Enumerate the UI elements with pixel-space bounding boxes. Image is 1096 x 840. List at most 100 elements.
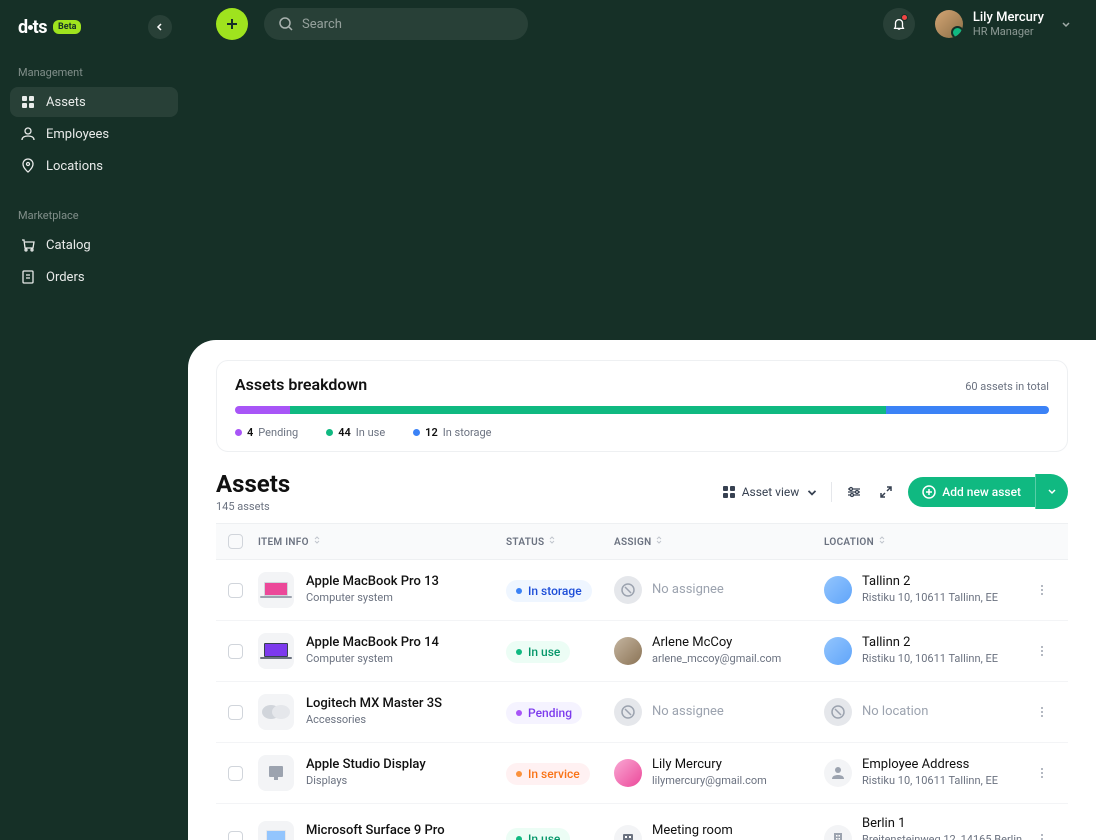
assignee-sub: lilymercury@gmail.com — [652, 774, 767, 788]
row-more-button[interactable] — [1028, 832, 1056, 840]
building-icon — [824, 825, 852, 840]
document-icon — [20, 269, 36, 285]
table-row[interactable]: Logitech MX Master 3SAccessories Pending… — [216, 682, 1068, 743]
location-sub: Ristiku 10, 10611 Tallinn, EE — [862, 591, 998, 605]
sidebar-section-management: Management — [10, 66, 178, 79]
avatar — [614, 637, 642, 665]
brand-logo: dts — [18, 17, 47, 38]
table-row[interactable]: Microsoft Surface 9 ProComputer system I… — [216, 804, 1068, 840]
location-thumb — [824, 576, 852, 604]
assignee-name: No assignee — [652, 704, 724, 721]
status-badge: Pending — [506, 702, 582, 724]
status-badge: In service — [506, 763, 590, 785]
col-assign[interactable]: ASSIGN — [614, 535, 824, 548]
table-row[interactable]: Apple Studio DisplayDisplays In service … — [216, 743, 1068, 804]
search-input[interactable] — [302, 17, 514, 32]
notifications-button[interactable] — [883, 8, 915, 40]
assignee-name: Lily Mercury — [652, 757, 767, 774]
asset-thumbnail — [258, 633, 294, 669]
user-menu[interactable]: Lily Mercury HR Manager — [931, 10, 1076, 39]
avatar — [935, 10, 963, 38]
asset-name: Logitech MX Master 3S — [306, 696, 442, 713]
sidebar-item-assets[interactable]: Assets — [10, 87, 178, 117]
sidebar-item-orders[interactable]: Orders — [10, 262, 178, 292]
asset-thumbnail — [258, 821, 294, 840]
notification-dot — [901, 14, 908, 21]
asset-thumbnail — [258, 694, 294, 730]
sidebar-item-locations[interactable]: Locations — [10, 151, 178, 181]
dots-vertical-icon — [1035, 832, 1049, 840]
row-checkbox[interactable] — [228, 644, 243, 659]
plus-icon — [224, 16, 240, 32]
row-checkbox[interactable] — [228, 705, 243, 720]
location-sub: Ristiku 10, 10611 Tallinn, EE — [862, 652, 998, 666]
row-more-button[interactable] — [1028, 644, 1056, 658]
asset-category: Computer system — [306, 652, 439, 666]
sort-icon — [877, 535, 887, 545]
location-name: Tallinn 2 — [862, 574, 998, 591]
asset-category: Computer system — [306, 591, 439, 605]
expand-button[interactable] — [876, 482, 896, 502]
asset-thumbnail — [258, 572, 294, 608]
row-checkbox[interactable] — [228, 583, 243, 598]
location-thumb — [824, 637, 852, 665]
sliders-icon — [846, 484, 862, 500]
sidebar-item-employees[interactable]: Employees — [10, 119, 178, 149]
row-more-button[interactable] — [1028, 766, 1056, 780]
chevron-left-icon — [155, 22, 165, 32]
location-name: No location — [862, 704, 928, 721]
assignee-name: Meeting room — [652, 823, 733, 840]
sidebar-item-label: Locations — [46, 159, 103, 174]
chevron-down-icon — [1060, 15, 1072, 34]
status-badge: In use — [506, 828, 570, 840]
chevron-down-icon — [1046, 485, 1058, 497]
add-quick-button[interactable] — [216, 8, 248, 40]
row-more-button[interactable] — [1028, 705, 1056, 719]
select-all-checkbox[interactable] — [228, 534, 243, 549]
add-asset-dropdown[interactable] — [1035, 474, 1068, 509]
table-row[interactable]: Apple MacBook Pro 14Computer system In u… — [216, 621, 1068, 682]
asset-name: Apple Studio Display — [306, 757, 426, 774]
pin-icon — [20, 158, 36, 174]
asset-name: Apple MacBook Pro 14 — [306, 635, 439, 652]
col-status[interactable]: STATUS — [506, 535, 614, 548]
sidebar-item-label: Catalog — [46, 238, 91, 253]
expand-icon — [878, 484, 894, 500]
collapse-sidebar-button[interactable] — [148, 15, 172, 39]
sidebar-item-label: Employees — [46, 127, 109, 142]
dots-vertical-icon — [1035, 705, 1049, 719]
sort-icon — [654, 535, 664, 545]
table-header: ITEM INFO STATUS ASSIGN LOCATION — [216, 523, 1068, 560]
dots-vertical-icon — [1035, 644, 1049, 658]
location-sub: Breitensteinweg 12, 14165 Berlin, GE — [862, 833, 1028, 840]
sidebar-section-marketplace: Marketplace — [10, 209, 178, 222]
row-more-button[interactable] — [1028, 583, 1056, 597]
assignee-name: No assignee — [652, 582, 724, 599]
room-icon — [614, 825, 642, 840]
row-checkbox[interactable] — [228, 766, 243, 781]
row-checkbox[interactable] — [228, 831, 243, 840]
no-assignee-icon — [614, 576, 642, 604]
view-switcher[interactable]: Asset view — [722, 481, 820, 503]
user-role: HR Manager — [973, 25, 1044, 38]
col-location[interactable]: LOCATION — [824, 535, 1028, 548]
assignee-name: Arlene McCoy — [652, 635, 781, 652]
grid-icon — [722, 485, 736, 499]
add-asset-button[interactable]: Add new asset — [908, 477, 1035, 507]
chevron-down-icon — [805, 485, 819, 499]
asset-category: Displays — [306, 774, 426, 788]
dots-vertical-icon — [1035, 766, 1049, 780]
sort-icon — [547, 535, 557, 545]
user-name: Lily Mercury — [973, 10, 1044, 26]
person-icon — [20, 126, 36, 142]
sort-icon — [312, 535, 322, 545]
table-row[interactable]: Apple MacBook Pro 13Computer system In s… — [216, 560, 1068, 621]
no-assignee-icon — [614, 698, 642, 726]
location-sub: Ristiku 10, 10611 Tallinn, EE — [862, 774, 998, 788]
col-item-info[interactable]: ITEM INFO — [258, 535, 506, 548]
search-field[interactable] — [264, 8, 528, 40]
legend-pending: 4Pending — [235, 426, 298, 439]
sidebar-item-catalog[interactable]: Catalog — [10, 230, 178, 260]
filter-button[interactable] — [844, 482, 864, 502]
breakdown-title: Assets breakdown — [235, 375, 367, 394]
